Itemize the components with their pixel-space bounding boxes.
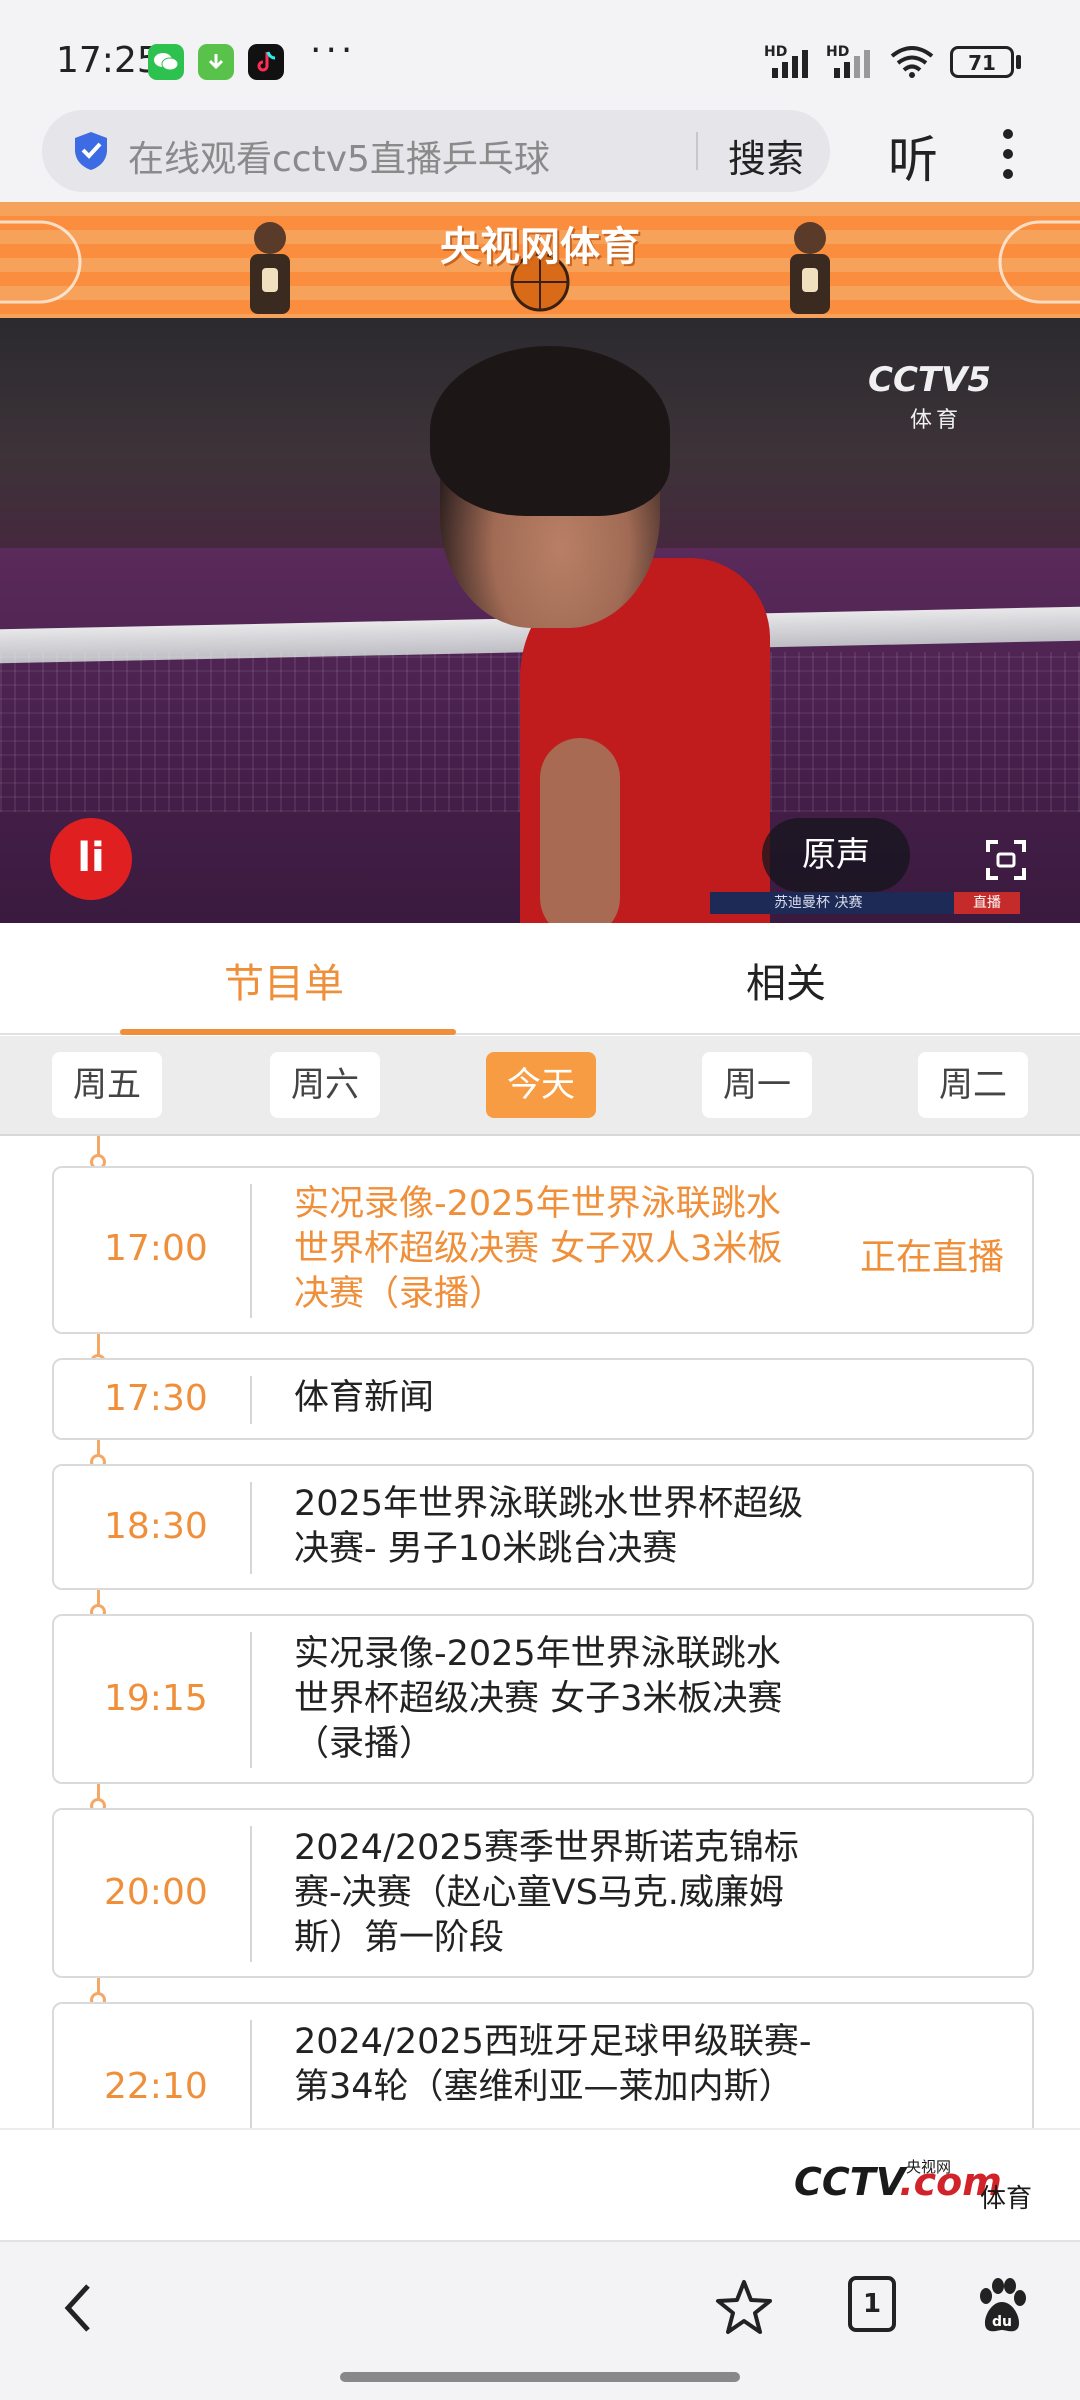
footer-logo-cctv: CCTV: [794, 2160, 900, 2204]
bookmark-star-icon[interactable]: [712, 2276, 776, 2340]
program-item[interactable]: 17:30 体育新闻: [52, 1358, 1034, 1440]
battery-level: 71: [968, 51, 996, 75]
search-button[interactable]: 搜索: [728, 128, 804, 183]
cctv-com-logo: CCTV.com: [794, 2160, 1002, 2204]
baidu-paw-icon[interactable]: du: [970, 2276, 1034, 2340]
program-divider: [250, 1632, 252, 1768]
download-icon: [198, 44, 234, 80]
program-title: 实况录像-2025年世界泳联跳水世界杯超级决赛 女子双人3米板决赛（录播）: [294, 1184, 783, 1314]
clock: 17:25: [56, 40, 160, 81]
day-tuesday[interactable]: 周二: [918, 1052, 1028, 1118]
status-bar: 17:25 ··· HD HD 71: [0, 0, 1080, 110]
score-ticker: 苏迪曼杯 决赛 直播: [710, 892, 1020, 914]
shield-icon: [75, 132, 107, 170]
live-now-label: 正在直播: [860, 1237, 1005, 1278]
channel-subtitle: 体育: [910, 408, 963, 433]
day-selector: 周五 周六 今天 周一 周二: [0, 1036, 1080, 1136]
footer-logo-sport: 体育: [980, 2184, 1033, 2214]
signal-icon: [772, 50, 808, 78]
program-time: 20:00: [104, 1872, 208, 1913]
program-item-current[interactable]: 17:00 实况录像-2025年世界泳联跳水世界杯超级决赛 女子双人3米板决赛（…: [52, 1166, 1034, 1334]
cctv-sports-banner: 央视网体育: [0, 202, 1080, 318]
program-divider: [250, 1826, 252, 1962]
player-arm: [540, 738, 620, 923]
program-item[interactable]: 22:10 2024/2025西班牙足球甲级联赛-第34轮（塞维利亚—莱加内斯）: [52, 2002, 1034, 2128]
day-friday[interactable]: 周五: [52, 1052, 162, 1118]
wifi-icon: [890, 46, 934, 78]
original-audio-button[interactable]: 原声: [762, 818, 910, 892]
screenshot-icon[interactable]: [984, 838, 1028, 882]
live-logo-icon[interactable]: li: [50, 818, 132, 900]
wechat-icon: [148, 44, 184, 80]
browser-bottom-nav: 1 du: [0, 2240, 1080, 2400]
tabs-count-button[interactable]: 1: [848, 2276, 896, 2332]
program-title: 2024/2025西班牙足球甲级联赛-第34轮（塞维利亚—莱加内斯）: [294, 2022, 812, 2107]
player-hair: [430, 346, 670, 516]
program-divider: [250, 1376, 252, 1424]
video-player[interactable]: CCTV5 体育 li 原声 苏迪曼杯 决赛 直播: [0, 318, 1080, 923]
program-time: 19:15: [104, 1678, 208, 1719]
ticker-text: 苏迪曼杯 决赛: [774, 895, 863, 911]
day-today[interactable]: 今天: [486, 1052, 596, 1118]
program-item[interactable]: 18:30 2025年世界泳联跳水世界杯超级决赛- 男子10米跳台决赛: [52, 1464, 1034, 1590]
day-saturday[interactable]: 周六: [270, 1052, 380, 1118]
browser-toolbar: 在线观看cctv5直播乒乓球 搜索 听: [0, 110, 1080, 202]
tab-related[interactable]: 相关: [746, 951, 826, 1009]
footer-logo-cn: 央视网: [906, 2158, 952, 2176]
more-menu-icon[interactable]: [1002, 124, 1014, 184]
program-divider: [250, 1482, 252, 1574]
search-bar[interactable]: 在线观看cctv5直播乒乓球 搜索: [42, 110, 830, 192]
back-arrow-icon[interactable]: [48, 2276, 112, 2340]
tiktok-icon: [248, 44, 284, 80]
svg-text:du: du: [992, 2314, 1012, 2330]
program-time: 17:30: [104, 1378, 208, 1419]
program-time: 17:00: [104, 1228, 208, 1269]
battery-tip: [1016, 55, 1021, 69]
program-title: 实况录像-2025年世界泳联跳水世界杯超级决赛 女子3米板决赛（录播）: [294, 1634, 783, 1764]
program-item[interactable]: 19:15 实况录像-2025年世界泳联跳水世界杯超级决赛 女子3米板决赛（录播…: [52, 1614, 1034, 1784]
active-tab-indicator: [120, 1029, 456, 1035]
content-tabs: 节目单 相关: [0, 923, 1080, 1035]
program-title: 2025年世界泳联跳水世界杯超级决赛- 男子10米跳台决赛: [294, 1484, 804, 1569]
site-footer: CCTV.com 央视网 体育: [0, 2128, 1080, 2240]
home-indicator[interactable]: [340, 2372, 740, 2382]
program-divider: [250, 1184, 252, 1318]
ticker-live-badge: 直播: [954, 892, 1020, 914]
program-time: 18:30: [104, 1506, 208, 1547]
banner-title: 央视网体育: [440, 224, 640, 270]
program-divider: [250, 2020, 252, 2128]
program-time: 22:10: [104, 2066, 208, 2107]
program-title: 体育新闻: [294, 1378, 435, 1418]
more-notifications-icon: ···: [310, 30, 357, 71]
battery-icon: 71: [950, 46, 1014, 78]
search-input[interactable]: 在线观看cctv5直播乒乓球: [128, 130, 550, 182]
day-monday[interactable]: 周一: [702, 1052, 812, 1118]
tab-program-schedule[interactable]: 节目单: [224, 951, 344, 1009]
channel-logo: CCTV5: [868, 360, 992, 400]
signal-icon-2: [834, 50, 870, 78]
program-list: 17:00 实况录像-2025年世界泳联跳水世界杯超级决赛 女子双人3米板决赛（…: [0, 1136, 1080, 2128]
listen-button[interactable]: 听: [888, 120, 938, 192]
program-item[interactable]: 20:00 2024/2025赛季世界斯诺克锦标赛-决赛（赵心童VS马克.威廉姆…: [52, 1808, 1034, 1978]
search-divider: [696, 132, 698, 170]
program-title: 2024/2025赛季世界斯诺克锦标赛-决赛（赵心童VS马克.威廉姆斯）第一阶段: [294, 1828, 799, 1958]
